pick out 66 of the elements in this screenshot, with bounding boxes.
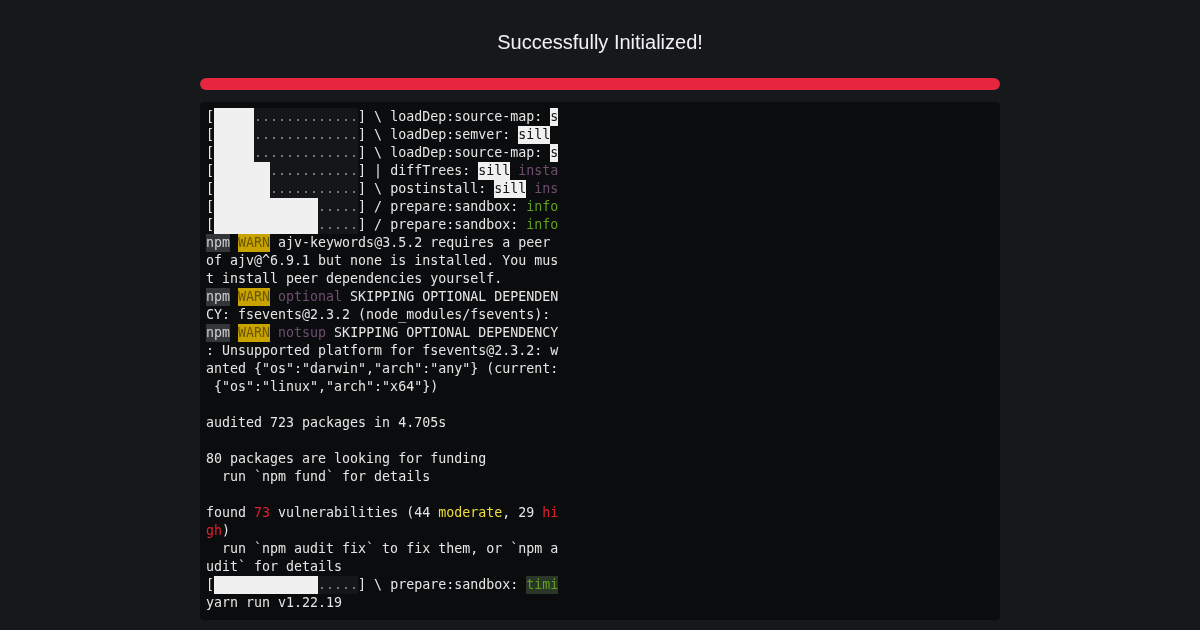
terminal-text: {"os":"linux","arch":"x64"}) <box>213 378 439 396</box>
terminal-text: 80 packages are looking for funding <box>206 450 487 468</box>
log-tag: npm <box>206 288 231 306</box>
terminal-text: SKIPPING OPTIONAL DEPENDENCY <box>333 324 559 342</box>
log-tag: WARN <box>238 324 271 342</box>
terminal-text: of ajv@^6.9.1 but none is installed. You mus <box>206 252 559 270</box>
terminal-text: ins <box>534 180 559 198</box>
terminal-text: notsup <box>278 324 327 342</box>
terminal-text: [ <box>206 162 214 180</box>
terminal-text: ] \ loadDep:source-map: <box>358 108 543 126</box>
progress-dots: ........... <box>270 162 359 180</box>
terminal-text: [ <box>206 576 214 594</box>
page-title: Successfully Initialized! <box>497 30 703 54</box>
terminal-text: CY: fsevents@2.3.2 (node_modules/fsevents): <box>206 306 551 324</box>
terminal-text: info <box>526 216 559 234</box>
terminal-text: ] | diffTrees: <box>358 162 471 180</box>
terminal-text: hi <box>542 504 559 522</box>
terminal-text: 73 <box>254 504 271 522</box>
terminal-text: sill <box>518 126 551 144</box>
terminal-text: t install peer dependencies yourself. <box>206 270 503 288</box>
terminal-text: found <box>206 504 248 522</box>
terminal-text: [ <box>206 180 214 198</box>
terminal-text: run `npm fund` for details <box>221 468 431 486</box>
terminal-text: [ <box>206 126 214 144</box>
terminal-text: ] \ prepare:sandbox: <box>358 576 519 594</box>
progress-dots: ............. <box>254 126 359 144</box>
terminal-text: udit` for details <box>206 558 343 576</box>
terminal-text: insta <box>518 162 559 180</box>
progress-dots: ..... <box>318 576 359 594</box>
terminal-text: ] / prepare:sandbox: <box>358 198 519 216</box>
terminal-text: audited 723 packages in 4.705s <box>206 414 447 432</box>
terminal-text: anted {"os":"darwin","arch":"any"} (current: <box>206 360 559 378</box>
terminal-text: yarn run v1.22.19 <box>206 594 343 612</box>
terminal-text: moderate <box>438 504 503 522</box>
terminal-text: : Unsupported platform for fsevents@2.3.2: w <box>206 342 559 360</box>
progress-dots: ........... <box>270 180 359 198</box>
terminal-text: ] \ loadDep:source-map: <box>358 144 543 162</box>
log-tag: WARN <box>238 234 271 252</box>
terminal-text: sill <box>478 162 511 180</box>
terminal-text: , 29 <box>502 504 536 522</box>
terminal-text: run `npm audit fix` to fix them, or `npm a <box>221 540 559 558</box>
terminal-text: info <box>526 198 559 216</box>
terminal-text: SKIPPING OPTIONAL DEPENDEN <box>349 288 559 306</box>
terminal-text: ] \ loadDep:semver: <box>358 126 511 144</box>
progress-dots: ..... <box>318 216 359 234</box>
terminal-text: [ <box>206 108 214 126</box>
log-tag: npm <box>206 324 231 342</box>
terminal-text: ] \ postinstall: <box>358 180 487 198</box>
terminal-text: [ <box>206 144 214 162</box>
terminal-text: timi <box>526 576 559 594</box>
terminal-text: [ <box>206 198 214 216</box>
progress-dots: ............. <box>254 144 359 162</box>
terminal-text: [ <box>206 216 214 234</box>
terminal-text: sill <box>494 180 527 198</box>
terminal-text: vulnerabilities (44 <box>277 504 432 522</box>
terminal-text: s <box>550 144 559 162</box>
terminal-text: ajv-keywords@3.5.2 requires a peer <box>278 234 551 252</box>
progress-dots: ..... <box>318 198 359 216</box>
log-tag: npm <box>206 234 231 252</box>
log-tag: WARN <box>238 288 271 306</box>
terminal-text: s <box>550 108 559 126</box>
terminal-text: ) <box>222 522 231 540</box>
terminal-text: ] / prepare:sandbox: <box>358 216 519 234</box>
terminal-text: gh <box>206 522 222 540</box>
progress-dots: ............. <box>254 108 359 126</box>
terminal-text: optional <box>278 288 343 306</box>
